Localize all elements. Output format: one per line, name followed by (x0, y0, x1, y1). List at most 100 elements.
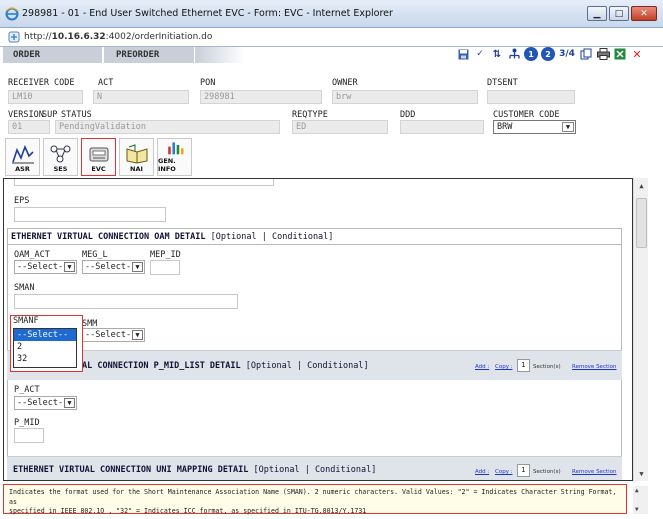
help-scrollbar[interactable]: ▲ ▼ (633, 486, 648, 514)
section-count-field[interactable]: 1 (517, 464, 530, 477)
chevron-down-icon: ▼ (562, 122, 574, 132)
smanf-option-select[interactable]: --Select-- (14, 329, 76, 341)
ses-network-icon (50, 145, 70, 163)
chevron-down-icon: ▼ (64, 398, 75, 408)
copy-section-link[interactable]: Copy : (495, 364, 513, 370)
oam-act-label: OAM_ACT (14, 250, 50, 260)
ddd-label: DDD (400, 110, 416, 120)
section-p-mid-title: AL CONNECTION P_MID_LIST DETAIL (82, 361, 241, 371)
maximize-button[interactable]: □ (609, 6, 629, 21)
sort-icon[interactable]: ⇅ (490, 47, 504, 61)
customer-code-label: CUSTOMER CODE (493, 110, 560, 120)
remove-section-link[interactable]: Remove Section (572, 364, 617, 370)
p-mid-list-section: AL CONNECTION P_MID_LIST DETAIL [Optiona… (7, 350, 622, 380)
window-title-bar: 298981 - 01 - End User Switched Ethernet… (0, 0, 663, 28)
tab-preorder[interactable]: PREORDER (104, 47, 194, 63)
eps-input[interactable] (14, 207, 166, 222)
help-line-2: specified in IEEE 802.1Q , "32" = Indica… (9, 507, 367, 515)
smanf-dropdown-highlight: SMANF --Select-- 2 32 (10, 315, 83, 372)
remove-section-link[interactable]: Remove Section (572, 469, 617, 475)
act-field: N (93, 90, 189, 104)
p-mid-input[interactable] (14, 428, 44, 443)
smanf-label: SMANF (13, 316, 39, 326)
step-1-icon[interactable]: 1 (524, 47, 538, 61)
scroll-up-icon[interactable]: ▲ (635, 179, 648, 192)
nav-nai[interactable]: NAI (119, 138, 154, 176)
add-section-link[interactable]: Add : (475, 469, 489, 475)
sman-label: SMAN (14, 283, 35, 293)
p-mid-label: P_MID (14, 418, 40, 428)
evc-device-icon (89, 147, 108, 162)
eps-label: EPS (14, 196, 30, 206)
close-form-icon[interactable]: ✕ (630, 47, 644, 61)
copy-section-link[interactable]: Copy : (495, 469, 513, 475)
form-nav: ASR SES EVC NAI GEN. INFO (5, 138, 192, 176)
meg-l-label: MEG_L (82, 250, 108, 260)
pon-label: PON (200, 78, 216, 88)
section-count-field[interactable]: 1 (517, 359, 530, 372)
customer-code-select[interactable]: BRW ▼ (493, 120, 576, 134)
section-oam-title: ETHERNET VIRTUAL CONNECTION OAM DETAIL (11, 232, 206, 242)
close-button[interactable]: ✕ (631, 6, 657, 21)
owner-field: brw (332, 90, 478, 104)
sman-input[interactable] (14, 294, 238, 309)
receiver-code-label: RECEIVER CODE (8, 78, 75, 88)
dtsent-field (487, 90, 575, 104)
mep-id-label: MEP_ID (150, 250, 181, 260)
save-icon[interactable] (456, 47, 470, 61)
scroll-down-icon[interactable]: ▼ (635, 506, 639, 513)
help-line-1: Indicates the format used for the Short … (9, 488, 617, 506)
chevron-down-icon: ▼ (132, 262, 143, 272)
nav-gen-info[interactable]: GEN. INFO (157, 138, 192, 176)
sections-label: Section(s) (533, 469, 561, 475)
page-icon (8, 31, 20, 43)
validate-check-icon[interactable]: ✓ (473, 47, 487, 61)
cut-off-input[interactable] (14, 179, 274, 186)
print-icon[interactable] (596, 47, 610, 61)
mep-id-input[interactable] (150, 260, 180, 275)
smm-select[interactable]: --Select-- ▼ (82, 328, 145, 342)
version-field: 01 (8, 120, 50, 134)
scroll-down-icon[interactable]: ▼ (635, 467, 648, 480)
nav-evc[interactable]: EVC (81, 138, 116, 176)
receiver-code-field: LM10 (8, 90, 83, 104)
version-label: VERSION (8, 110, 44, 120)
owner-label: OWNER (332, 78, 358, 88)
vertical-scrollbar[interactable]: ▲ ▼ (633, 178, 648, 481)
field-help-text: Indicates the format used for the Short … (3, 484, 627, 515)
window-title: 298981 - 01 - End User Switched Ethernet… (22, 8, 393, 19)
excel-export-icon[interactable] (613, 47, 627, 61)
sup-label: SUP (42, 110, 58, 120)
pon-field: 298981 (200, 90, 322, 104)
nav-asr[interactable]: ASR (5, 138, 40, 176)
uni-mapping-section: ETHERNET VIRTUAL CONNECTION UNI MAPPING … (7, 456, 622, 480)
oam-detail-section: ETHERNET VIRTUAL CONNECTION OAM DETAIL [… (7, 228, 622, 245)
reqtype-field: ED (292, 120, 388, 134)
smanf-option-32[interactable]: 32 (14, 353, 76, 365)
p-mid-list-body (7, 380, 622, 460)
copy-document-icon[interactable] (579, 47, 593, 61)
smanf-listbox[interactable]: --Select-- 2 32 (13, 328, 77, 368)
smanf-option-2[interactable]: 2 (14, 341, 76, 353)
p-act-select[interactable]: --Select-- ▼ (14, 396, 77, 410)
add-section-link[interactable]: Add : (475, 364, 489, 370)
gen-info-bar-chart-icon (167, 142, 183, 155)
tree-network-icon[interactable] (507, 47, 521, 61)
step-2-icon[interactable]: 2 (541, 47, 555, 61)
status-label: STATUS (61, 110, 92, 120)
tab-fade (195, 47, 245, 63)
chevron-down-icon: ▼ (64, 262, 75, 272)
tab-order[interactable]: ORDER (3, 47, 103, 63)
scroll-up-icon[interactable]: ▲ (635, 487, 639, 494)
meg-l-select[interactable]: --Select-- ▼ (82, 260, 145, 274)
step-3-4-icon[interactable]: 3/4 (558, 47, 576, 61)
scroll-thumb[interactable] (636, 198, 647, 248)
minimize-button[interactable]: ▁ (587, 6, 607, 21)
oam-act-select[interactable]: --Select-- ▼ (14, 260, 77, 274)
section-p-mid-optional: [Optional | Conditional] (245, 361, 369, 371)
section-uni-title: ETHERNET VIRTUAL CONNECTION UNI MAPPING … (13, 465, 249, 475)
address-bar[interactable]: http://10.16.6.32:4002/orderInitiation.d… (0, 28, 663, 47)
ddd-field (400, 120, 484, 134)
nav-ses[interactable]: SES (43, 138, 78, 176)
url-text[interactable]: http://10.16.6.32:4002/orderInitiation.d… (24, 32, 212, 42)
